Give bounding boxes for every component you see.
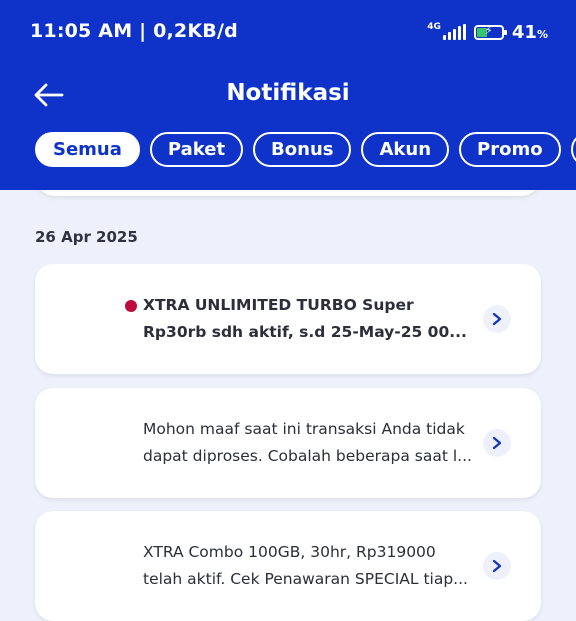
- page-title: Notifikasi: [226, 80, 350, 106]
- notification-text: Mohon maaf saat ini transaksi Anda tidak…: [143, 420, 472, 465]
- filter-tabs: Semua Paket Bonus Akun Promo: [35, 132, 576, 167]
- notification-text: XTRA UNLIMITED TURBO Super Rp30rb sdh ak…: [143, 296, 467, 341]
- signal-icon: [442, 24, 466, 40]
- battery-percent: 41%: [511, 21, 548, 43]
- charging-icon: ⚡: [484, 23, 493, 37]
- network-type-label: 4G: [427, 22, 441, 32]
- unread-dot-icon: [125, 300, 137, 312]
- tab-partial[interactable]: [570, 132, 576, 167]
- tab-akun[interactable]: Akun: [361, 132, 450, 167]
- tab-bonus[interactable]: Bonus: [253, 132, 352, 167]
- battery-icon: ⚡: [473, 23, 507, 40]
- tab-semua[interactable]: Semua: [35, 132, 140, 167]
- status-time: 11:05 AM | 0,2KB/d: [30, 20, 238, 42]
- status-icons: 4G ⚡ 41%: [427, 20, 548, 44]
- notification-text: XTRA Combo 100GB, 30hr, Rp319000 telah a…: [143, 543, 468, 588]
- tab-promo[interactable]: Promo: [459, 132, 561, 167]
- date-header: 26 Apr 2025: [35, 228, 138, 246]
- notification-card[interactable]: XTRA UNLIMITED TURBO Super Rp30rb sdh ak…: [35, 264, 541, 374]
- notification-card[interactable]: Mohon maaf saat ini transaksi Anda tidak…: [35, 388, 541, 498]
- chevron-right-icon[interactable]: [483, 429, 511, 457]
- notification-card[interactable]: XTRA Combo 100GB, 30hr, Rp319000 telah a…: [35, 511, 541, 621]
- chevron-right-icon[interactable]: [483, 305, 511, 333]
- app-header: 11:05 AM | 0,2KB/d 4G ⚡ 41% Notifikasi S…: [0, 0, 576, 190]
- chevron-right-icon[interactable]: [483, 552, 511, 580]
- tab-paket[interactable]: Paket: [149, 132, 244, 167]
